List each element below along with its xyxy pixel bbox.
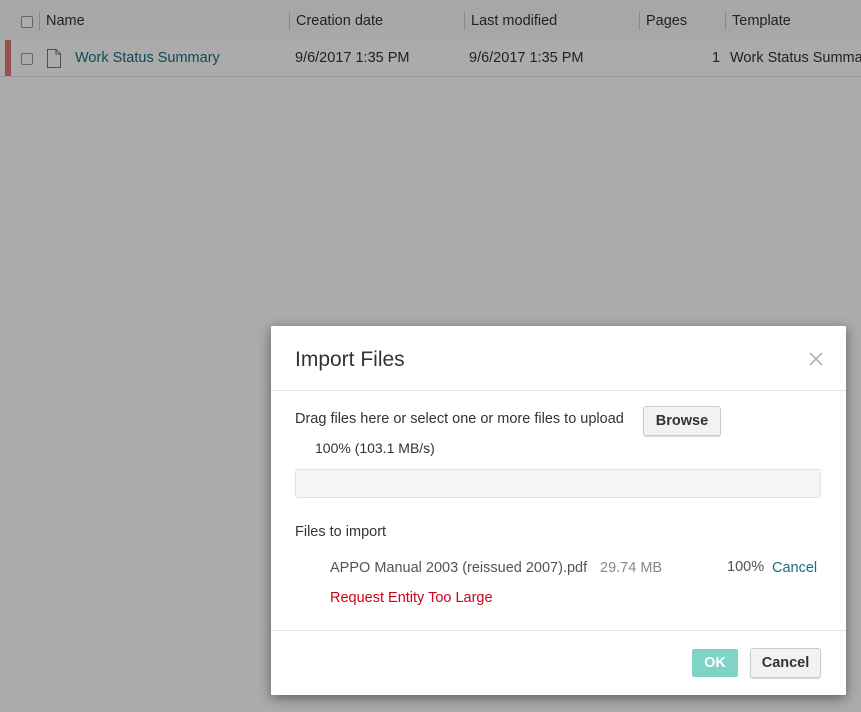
file-progress-percent: 100% xyxy=(727,559,765,575)
files-to-import-label: Files to import xyxy=(295,524,387,540)
dialog-footer-divider xyxy=(271,630,846,631)
dialog-title: Import Files xyxy=(295,348,405,371)
browse-button[interactable]: Browse xyxy=(643,406,721,436)
file-name: APPO Manual 2003 (reissued 2007).pdf xyxy=(330,560,588,576)
import-files-dialog: Import Files Drag files here or select o… xyxy=(271,326,846,695)
close-icon[interactable] xyxy=(806,349,826,369)
upload-progress-bar xyxy=(295,469,821,498)
file-size: 29.74 MB xyxy=(600,560,663,576)
upload-progress-text: 100% (103.1 MB/s) xyxy=(315,440,435,456)
file-error-message: Request Entity Too Large xyxy=(330,590,493,606)
file-cancel-link[interactable]: Cancel xyxy=(772,560,817,576)
upload-progress-fill xyxy=(296,470,820,497)
ok-button[interactable]: OK xyxy=(692,649,738,677)
drag-drop-instructions: Drag files here or select one or more fi… xyxy=(295,411,624,427)
cancel-button[interactable]: Cancel xyxy=(750,648,821,678)
dialog-header-divider xyxy=(271,390,846,391)
